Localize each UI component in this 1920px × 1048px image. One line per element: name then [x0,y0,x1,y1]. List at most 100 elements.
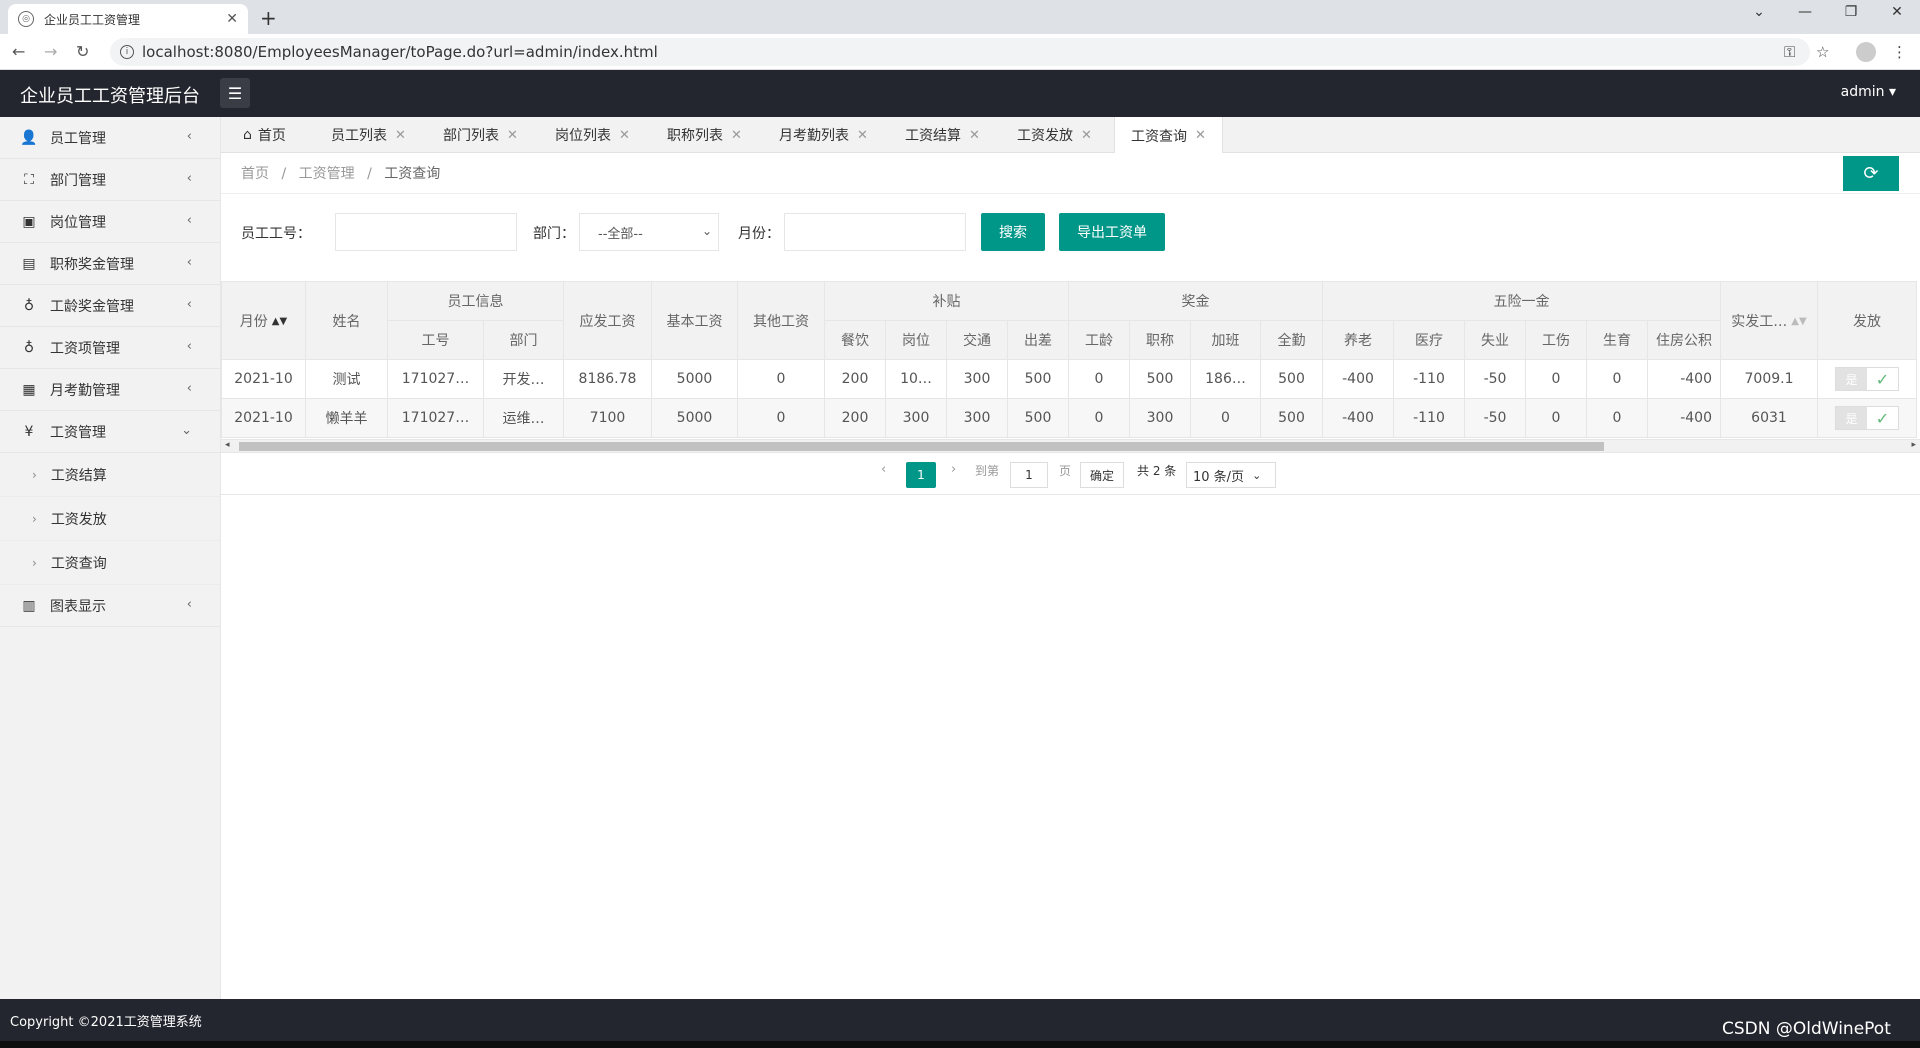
sidebar-item-department[interactable]: ⛶ 部门管理 ‹ [0,159,220,201]
watermark: CSDN @OldWinePot [1722,1019,1891,1039]
tab-post-list[interactable]: 岗位列表 ✕ [555,117,630,153]
horizontal-scrollbar[interactable]: ◂ ▸ [221,439,1920,453]
sidebar-item-label: 岗位管理 [50,214,106,231]
close-window-icon[interactable]: ✕ [1874,4,1920,20]
forward-icon[interactable]: → [44,42,57,61]
close-icon[interactable]: ✕ [857,128,868,143]
scroll-thumb[interactable] [239,442,1604,451]
sidebar-sub-issue[interactable]: › 工资发放 [0,497,220,541]
prev-page-icon[interactable]: ‹ [881,462,886,477]
sidebar-item-post[interactable]: ▣ 岗位管理 ‹ [0,201,220,243]
sidebar-item-label: 员工管理 [50,130,106,147]
cell-seniority: 0 [1068,398,1130,438]
export-button[interactable]: 导出工资单 [1059,213,1165,251]
next-page-icon[interactable]: › [951,462,956,477]
star-icon[interactable]: ☆ [1816,43,1829,61]
breadcrumb-parent[interactable]: 工资管理 [299,166,355,182]
scroll-right-icon[interactable]: ▸ [1911,440,1916,450]
tab-label: 员工列表 [331,128,387,144]
close-icon[interactable]: ✕ [619,128,630,143]
close-icon[interactable]: ✕ [395,128,406,143]
tab-attendance-list[interactable]: 月考勤列表 ✕ [779,117,868,153]
cell-medical: -110 [1393,398,1465,438]
page-size-select[interactable]: 10 条/页 ⌄ [1186,462,1276,488]
tab-home[interactable]: ⌂ 首页 [243,117,286,153]
close-icon[interactable]: ✕ [1081,128,1092,143]
goto-confirm-button[interactable]: 确定 [1080,462,1124,488]
emp-no-input[interactable] [335,213,517,251]
sidebar-item-attendance[interactable]: ▦ 月考勤管理 ‹ [0,369,220,411]
col-post: 岗位 [885,320,947,360]
close-icon[interactable]: ✕ [507,128,518,143]
sidebar-item-salary-items[interactable]: ♁ 工资项管理 ‹ [0,327,220,369]
calendar-icon: ▦ [22,381,36,398]
tab-employee-list[interactable]: 员工列表 ✕ [331,117,406,153]
scroll-left-icon[interactable]: ◂ [225,440,230,450]
cell-base: 5000 [651,359,738,399]
dept-select[interactable]: --全部-- ⌄ [579,213,719,251]
profile-avatar[interactable] [1856,42,1876,62]
sidebar-item-seniority-bonus[interactable]: ♁ 工龄奖金管理 ‹ [0,285,220,327]
pagination: ‹ 1 › 到第 1 页 确定 共 2 条 10 条/页 ⌄ [221,453,1920,495]
tab-department-list[interactable]: 部门列表 ✕ [443,117,518,153]
close-tab-icon[interactable]: ✕ [226,11,238,27]
sidebar-sub-query[interactable]: › 工资查询 [0,541,220,585]
goto-page-input[interactable]: 1 [1010,462,1048,488]
tab-issue[interactable]: 工资发放 ✕ [1017,117,1092,153]
table-row[interactable]: 2021-10 测试 171027… 开发… 8186.78 5000 0 20… [221,359,1917,399]
yen-icon: ¥ [24,423,34,440]
restore-icon[interactable]: ❐ [1828,4,1874,20]
key-icon[interactable]: ⚿ [1784,43,1795,61]
taskbar [0,1041,1920,1048]
close-icon[interactable]: ✕ [1195,128,1206,143]
chevron-left-icon: ‹ [186,129,192,144]
sidebar-item-label: 月考勤管理 [50,382,120,399]
sidebar-item-title-bonus[interactable]: ▤ 职称奖金管理 ‹ [0,243,220,285]
more-icon[interactable]: ⋮ [1892,43,1907,61]
new-tab-button[interactable]: + [260,6,277,30]
sidebar-item-salary[interactable]: ¥ 工资管理 ⌄ [0,411,220,453]
close-icon[interactable]: ✕ [731,128,742,143]
col-month[interactable]: 月份 ▲▼ [221,281,306,360]
tab-query[interactable]: 工资查询 ✕ [1114,117,1223,154]
minimize-icon[interactable]: — [1782,4,1828,20]
cell-housing: -400 [1647,398,1721,438]
breadcrumb: 首页 / 工资管理 / 工资查询 [241,163,440,183]
reload-icon[interactable]: ↻ [76,42,89,61]
breadcrumb-home[interactable]: 首页 [241,166,269,182]
tab-search-icon[interactable]: ⌄ [1736,4,1782,20]
sidebar-item-employee[interactable]: 👤 员工管理 ‹ [0,117,220,159]
col-other: 其他工资 [737,281,825,360]
tab-settlement[interactable]: 工资结算 ✕ [905,117,980,153]
browser-tab[interactable]: ◎ 企业员工工资管理 ✕ [8,4,248,34]
close-icon[interactable]: ✕ [969,128,980,143]
month-label: 月份： [738,226,780,242]
check-icon: ✓ [1867,368,1898,390]
user-menu[interactable]: admin ▾ [1841,84,1896,100]
issue-switch[interactable]: 是 ✓ [1835,406,1899,430]
back-icon[interactable]: ← [12,42,25,61]
sidebar-item-charts[interactable]: ▥ 图表显示 ‹ [0,585,220,627]
chevron-left-icon: ‹ [186,597,192,612]
col-net[interactable]: 实发工… ▲▼ [1720,281,1818,360]
check-icon: ✓ [1867,407,1898,429]
menu-toggle-button[interactable]: ☰ [220,78,250,108]
search-button[interactable]: 搜索 [981,213,1045,251]
sidebar-sub-settlement[interactable]: › 工资结算 [0,453,220,497]
dept-label: 部门： [533,226,575,242]
tab-title-list[interactable]: 职称列表 ✕ [667,117,742,153]
tab-label: 岗位列表 [555,128,611,144]
refresh-button[interactable]: ⟳ [1843,156,1899,191]
page-current[interactable]: 1 [906,462,936,488]
sidebar-item-label: 工龄奖金管理 [50,298,134,315]
info-icon[interactable]: i [120,45,134,59]
url-field[interactable]: i localhost:8080/EmployeesManager/toPage… [110,38,1810,66]
col-traffic: 交通 [946,320,1008,360]
sort-icon[interactable]: ▲▼ [1791,316,1806,327]
salary-table: 月份 ▲▼ 姓名 员工信息 应发工资 基本工资 其他工资 补贴 奖金 五险一金 实… [221,281,1917,438]
sort-icon[interactable]: ▲▼ [272,316,287,327]
month-input[interactable] [784,213,966,251]
bar-chart-icon: ▥ [22,597,36,614]
issue-switch[interactable]: 是 ✓ [1835,367,1899,391]
table-row[interactable]: 2021-10 懒羊羊 171027… 运维… 7100 5000 0 200 … [221,398,1917,438]
